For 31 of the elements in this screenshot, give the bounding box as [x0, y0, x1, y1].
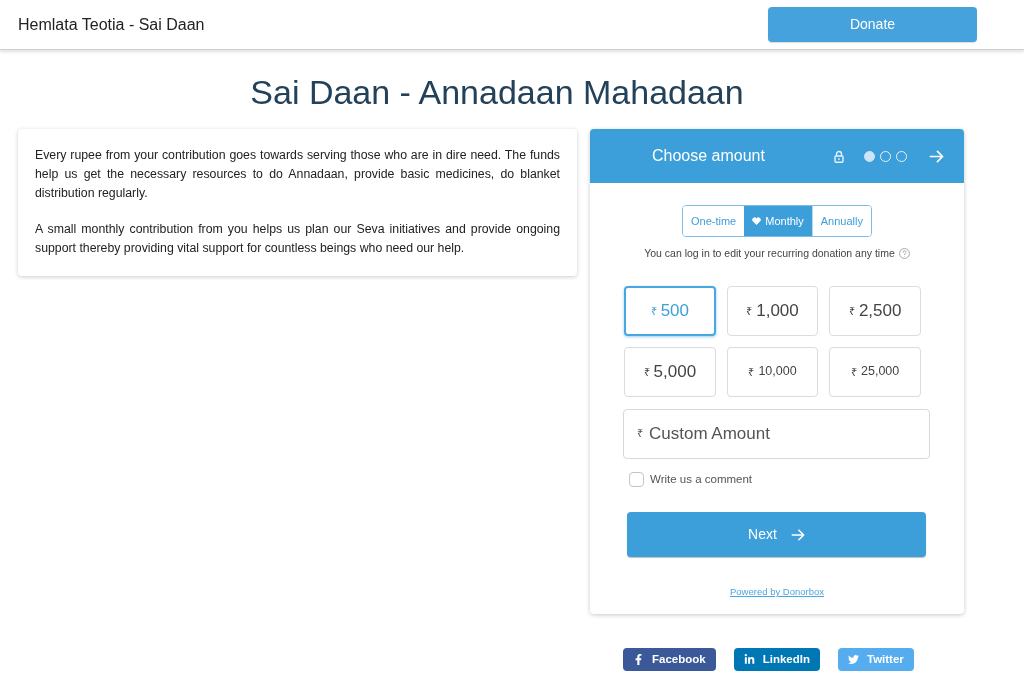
- page-title: Sai Daan - Annadaan Mahadaan: [249, 72, 745, 113]
- amount-option[interactable]: ₹ 500: [624, 285, 716, 336]
- description-paragraph: A small monthly contribution from you helps us plan our Seva initiatives and provide ongoing support thereby providing vital support for countless beings who need our help.: [35, 221, 560, 257]
- next-button[interactable]: Next: [627, 512, 926, 557]
- arrow-right-icon[interactable]: [929, 148, 944, 164]
- frequency-tab[interactable]: Annually: [811, 206, 871, 236]
- widget-title: Choose amount: [652, 146, 765, 166]
- bird-icon: [847, 654, 859, 666]
- amount-option[interactable]: ₹ 10,000: [726, 346, 819, 397]
- description-paragraph: Every rupee from your contribution goes towards serving those who are in dire need. The funds help us get the necessary resources to do Annadaan, provide basic medicines, do blanket distribution regularly.: [35, 147, 560, 202]
- amount-option[interactable]: ₹ 5,000: [624, 346, 716, 397]
- amount-option[interactable]: ₹ 1,000: [726, 285, 819, 336]
- in-logo-icon: [743, 654, 755, 666]
- comment-label: Write us a comment: [650, 471, 753, 487]
- frequency-tab[interactable]: Monthly: [744, 206, 812, 236]
- site-title: Hemlata Teotia - Sai Daan: [18, 14, 205, 35]
- currency-symbol: ₹: [637, 426, 643, 440]
- help-icon[interactable]: [898, 248, 910, 260]
- heart-icon: [752, 217, 762, 225]
- share-button[interactable]: Facebook: [623, 648, 716, 672]
- arrow-right-icon: [790, 527, 805, 542]
- amount-option[interactable]: ₹ 25,000: [829, 346, 921, 397]
- donate-button[interactable]: Donate: [768, 7, 977, 42]
- recurring-note: You can log in to edit your recurring donation any time: [644, 246, 895, 261]
- share-button[interactable]: LinkedIn: [733, 648, 820, 672]
- amount-option[interactable]: ₹ 2,500: [829, 285, 921, 336]
- powered-by-link[interactable]: Powered by Donorbox: [730, 585, 824, 600]
- share-button[interactable]: Twitter: [837, 648, 914, 672]
- comment-checkbox[interactable]: [629, 471, 644, 487]
- lock-icon: [834, 149, 844, 163]
- f-logo-icon: [633, 654, 644, 666]
